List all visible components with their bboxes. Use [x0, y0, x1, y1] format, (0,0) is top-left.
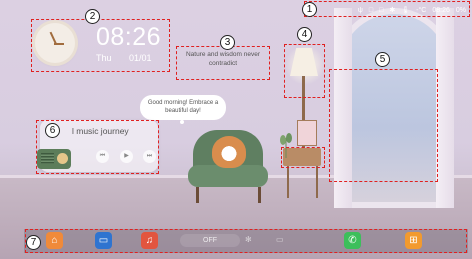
table-leg: [316, 166, 318, 198]
chair-leg: [196, 187, 199, 203]
armchair-seat: [188, 165, 268, 187]
annotation-box-7: [25, 229, 467, 253]
annotation-box-3: [176, 46, 270, 80]
annotation-number: 4: [297, 27, 312, 42]
bubble-tail: [180, 120, 184, 124]
car-home-screen: ψ □ □ ✱ 🌡 -°C 08:26 0% 08:26 Thu 01/01 N…: [0, 0, 472, 259]
annotation-number: 7: [26, 235, 41, 250]
picture-frame: [297, 120, 317, 146]
annotation-box-1: [304, 1, 470, 17]
table-leg: [287, 166, 289, 198]
annotation-number: 5: [375, 52, 390, 67]
annotation-box-5: [329, 69, 438, 182]
chair-leg: [258, 187, 261, 203]
annotation-box-4: [284, 44, 325, 98]
annotation-number: 2: [85, 9, 100, 24]
curtain-right: [436, 8, 454, 208]
annotation-box-4b: [281, 147, 325, 168]
annotation-number: 1: [302, 2, 317, 17]
greeting-bubble: Good morning! Embrace a beautiful day!: [140, 95, 226, 120]
annotation-number: 6: [45, 123, 60, 138]
annotation-number: 3: [220, 35, 235, 50]
dog-mascot[interactable]: [212, 136, 246, 168]
annotation-box-2: [31, 19, 170, 72]
